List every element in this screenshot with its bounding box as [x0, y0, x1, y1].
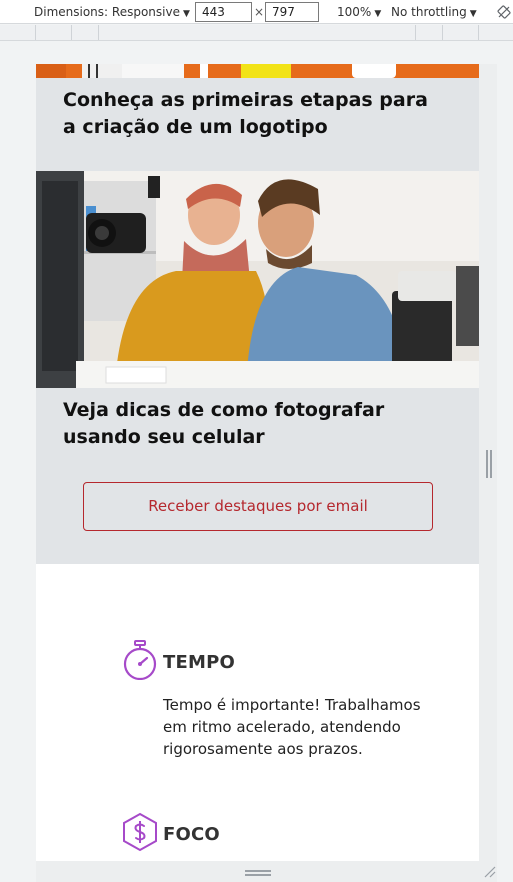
corner-resize-icon[interactable]: [484, 866, 496, 878]
article-title-logo[interactable]: Conheça as primeiras etapas para a criaç…: [63, 87, 443, 141]
ruler-segment[interactable]: [0, 25, 36, 40]
media-query-ruler: [0, 25, 513, 41]
zoom-label: 100%: [337, 5, 372, 19]
ruler-segment[interactable]: [443, 25, 479, 40]
rotate-icon[interactable]: [497, 5, 511, 19]
feature-title-time: TEMPO: [163, 652, 235, 673]
ruler-segment[interactable]: [99, 25, 416, 40]
logo-article-image: [36, 64, 479, 78]
bottom-resize-handle[interactable]: [245, 870, 271, 876]
dollar-hexagon-icon: [123, 812, 157, 852]
right-resize-handle[interactable]: [486, 450, 492, 478]
times-sign: ×: [254, 5, 265, 19]
devtools-toolbar: Dimensions: Responsive ▼ 443 × 797 100% ▼ …: [0, 0, 513, 24]
article-title-photography[interactable]: Veja dicas de como fotografar usando seu…: [63, 397, 443, 451]
feature-title-focus: FOCO: [163, 824, 220, 845]
ruler-segment[interactable]: [416, 25, 443, 40]
ruler-segment[interactable]: [36, 25, 72, 40]
dimensions-dropdown[interactable]: Dimensions: Responsive ▼: [34, 0, 190, 24]
feature-text-time: Tempo é importante! Trabalhamos em ritmo…: [163, 696, 421, 758]
chevron-down-icon: ▼: [374, 9, 382, 19]
device-viewport: Conheça as primeiras etapas para a criaç…: [36, 64, 479, 861]
chevron-down-icon: ▼: [469, 9, 477, 19]
ruler-segment[interactable]: [72, 25, 99, 40]
stopwatch-icon: [123, 640, 157, 680]
email-highlights-button[interactable]: Receber destaques por email: [83, 482, 433, 531]
width-input[interactable]: 443: [195, 2, 252, 22]
throttling-label: No throttling: [391, 5, 467, 19]
height-input[interactable]: 797: [265, 2, 319, 22]
dimensions-label: Dimensions: Responsive: [34, 5, 180, 19]
chevron-down-icon: ▼: [182, 9, 190, 19]
photographers-photo[interactable]: [36, 171, 479, 388]
zoom-dropdown[interactable]: 100% ▼: [337, 0, 381, 24]
highlights-section: Conheça as primeiras etapas para a criaç…: [36, 64, 479, 564]
throttling-dropdown[interactable]: No throttling ▼: [391, 0, 477, 24]
